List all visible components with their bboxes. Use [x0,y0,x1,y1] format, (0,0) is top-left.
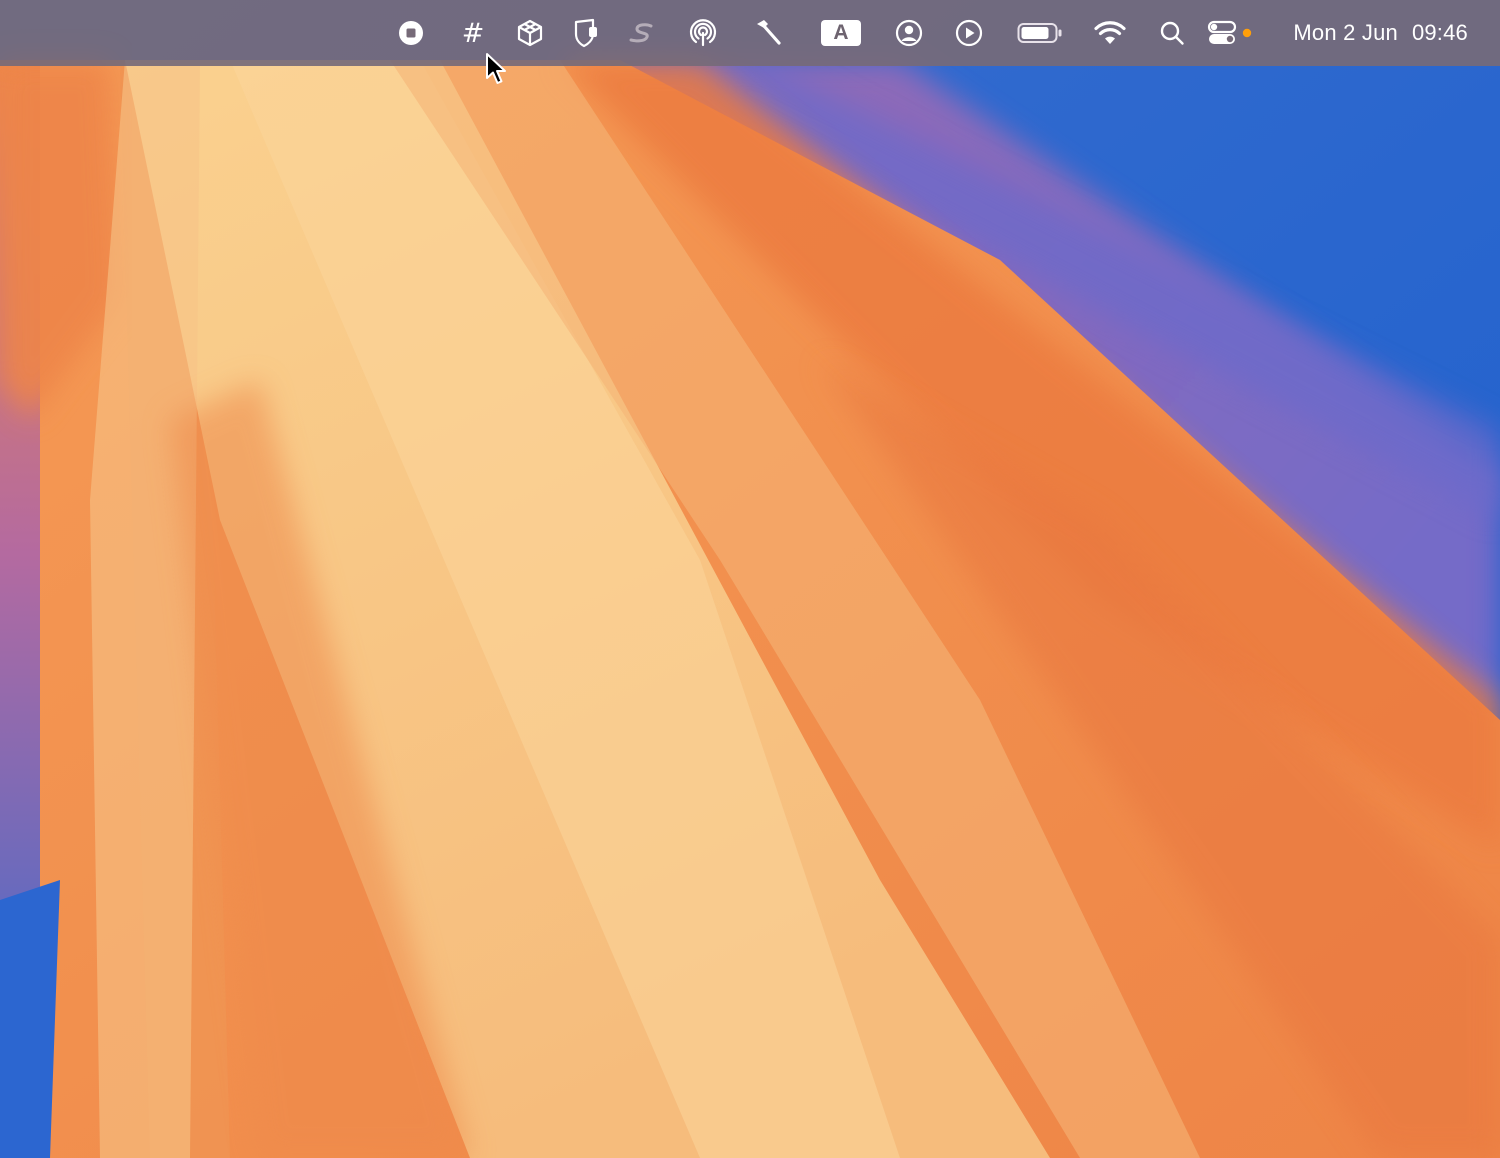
airdrop-icon[interactable] [683,13,723,53]
play-circle-icon[interactable] [949,13,989,53]
clock-date: Mon 2 Jun [1293,20,1398,45]
hammer-icon[interactable] [747,13,787,53]
privacy-shield-icon[interactable] [566,13,606,53]
cube-icon[interactable] [510,13,550,53]
spotlight-search-icon[interactable] [1152,13,1192,53]
wifi-icon[interactable] [1090,13,1130,53]
desktop[interactable]: # A Mon 2 Jun 09:46 [0,0,1500,1158]
hash-glyph: # [461,17,485,49]
hash-icon[interactable]: # [453,13,493,53]
keyboard-input-badge: A [821,20,861,46]
mouse-pointer-icon [486,53,506,84]
keyboard-input-icon[interactable]: A [821,13,861,53]
scribble-s-icon[interactable] [622,13,662,53]
control-center-icon[interactable] [1203,13,1255,53]
menu-bar-clock[interactable]: Mon 2 Jun 09:46 [1293,0,1468,66]
notification-dot [1242,28,1252,38]
clock-time: 09:46 [1411,20,1468,45]
screen-recording-stop-icon[interactable] [391,13,431,53]
battery-icon[interactable] [1017,13,1063,53]
desktop-wallpaper [0,0,1500,1158]
user-account-icon[interactable] [889,13,929,53]
menu-bar: # A Mon 2 Jun 09:46 [0,0,1500,66]
